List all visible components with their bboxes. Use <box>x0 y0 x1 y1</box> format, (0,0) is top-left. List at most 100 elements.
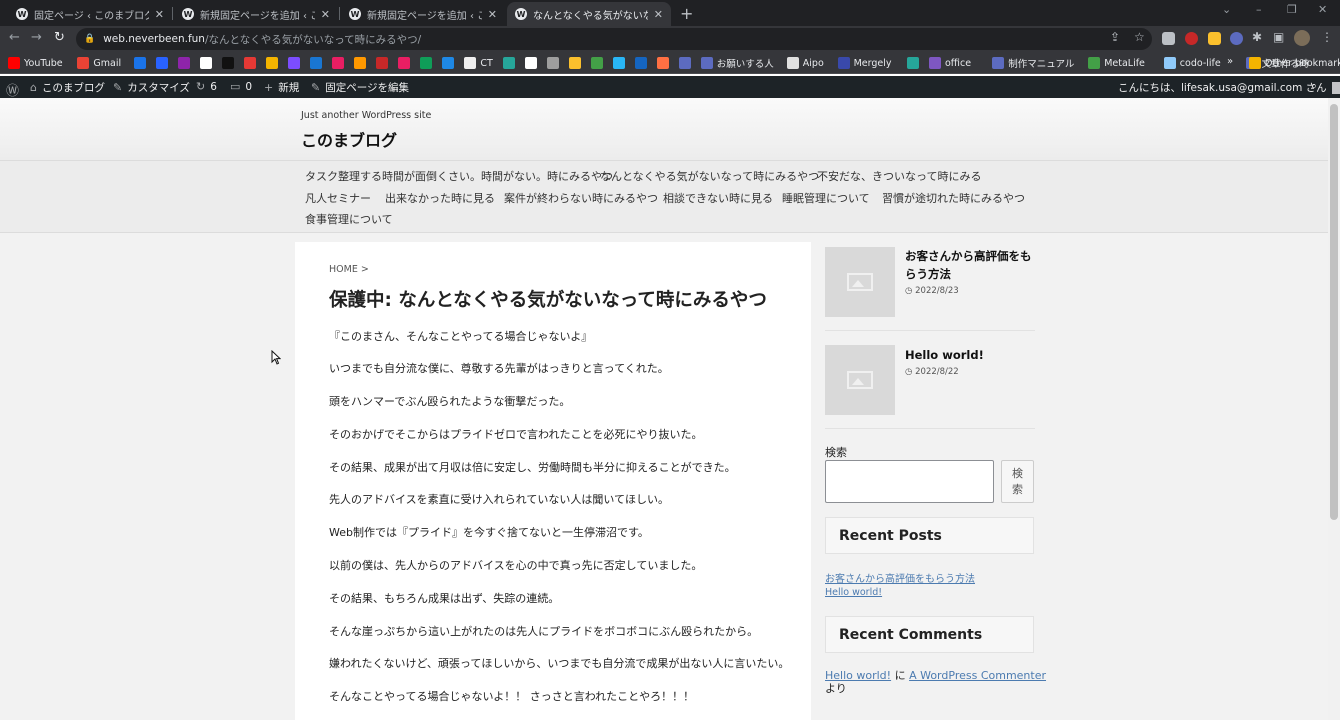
bookmark-item[interactable] <box>200 56 213 70</box>
browser-tab-2[interactable]: W 新規固定ページを追加 ‹ このまブログ ✕ <box>174 2 338 26</box>
maximize-icon[interactable]: ❐ <box>1287 3 1297 16</box>
close-tab-icon[interactable]: ✕ <box>321 8 330 21</box>
bookmark-item[interactable]: Gmail <box>77 56 121 70</box>
bookmark-item[interactable] <box>502 56 515 70</box>
menu-item-project[interactable]: 案件が終わらない時にみるやつ <box>504 190 658 206</box>
bookmark-item[interactable] <box>442 56 455 70</box>
extension-icon[interactable] <box>1230 32 1243 45</box>
breadcrumb[interactable]: HOME > <box>329 264 369 275</box>
page-scrollbar[interactable] <box>1328 98 1340 720</box>
bookmark-item[interactable] <box>244 56 257 70</box>
bookmark-item[interactable] <box>310 56 323 70</box>
bookmark-item[interactable]: Aipo <box>786 56 824 70</box>
minimize-icon[interactable]: – <box>1256 3 1262 16</box>
bookmark-item[interactable] <box>678 56 691 70</box>
customize-link[interactable]: ✎ カスタマイズ <box>113 80 190 95</box>
bookmark-item[interactable] <box>524 56 537 70</box>
post-thumbnail[interactable] <box>825 247 895 317</box>
bookmark-item[interactable] <box>907 56 919 70</box>
extension-icon[interactable] <box>1185 32 1198 45</box>
bookmark-item[interactable]: Mergely <box>837 56 892 70</box>
browser-tab-1[interactable]: W 固定ページ ‹ このまブログ — WordPr ✕ <box>8 2 172 26</box>
browser-tab-active[interactable]: W なんとなくやる気がないなって時にみるや ✕ <box>507 2 671 26</box>
close-window-icon[interactable]: ✕ <box>1318 3 1327 16</box>
bookmarks-overflow-icon[interactable]: » <box>1227 56 1233 67</box>
comment-suffix: より <box>825 682 847 695</box>
bookmark-item[interactable] <box>178 56 191 70</box>
bookmark-item[interactable] <box>156 56 169 70</box>
browser-tab-3[interactable]: W 新規固定ページを追加 ‹ このまブログ ✕ <box>341 2 505 26</box>
bookmark-item[interactable] <box>354 56 367 70</box>
admin-site-link[interactable]: ⌂ このまブログ <box>30 80 105 95</box>
menu-item-diet[interactable]: 食事管理について <box>305 211 393 227</box>
new-content-link[interactable]: + 新規 <box>264 80 299 95</box>
back-icon[interactable]: ← <box>9 30 20 45</box>
scrollbar-thumb[interactable] <box>1330 104 1338 520</box>
bookmark-item[interactable] <box>288 56 301 70</box>
bookmark-item[interactable]: codo-life <box>1163 56 1221 70</box>
recent-comments-heading: Recent Comments <box>825 616 1034 653</box>
other-bookmarks-folder[interactable]: Other bookmarks <box>1249 56 1340 70</box>
bookmark-item[interactable] <box>590 56 603 70</box>
tab-search-icon[interactable]: ⌄ <box>1222 3 1231 16</box>
forward-icon[interactable]: → <box>31 30 42 45</box>
bookmark-item[interactable] <box>376 56 389 70</box>
share-icon[interactable]: ⇪ <box>1110 30 1120 44</box>
menu-item-motivation[interactable]: なんとなくやる気がないなって時にみるやつ <box>600 168 819 184</box>
bookmark-item[interactable] <box>398 56 411 70</box>
bookmark-item[interactable] <box>546 56 559 70</box>
menu-item-anxiety[interactable]: 不安だな、きついなって時にみる <box>817 168 981 184</box>
post-thumbnail[interactable] <box>825 345 895 415</box>
bookmark-item[interactable] <box>634 56 647 70</box>
menu-item-failure[interactable]: 出来なかった時に見る <box>385 190 495 206</box>
bookmark-item[interactable] <box>266 56 279 70</box>
profile-avatar[interactable] <box>1294 30 1310 46</box>
menu-item-sleep[interactable]: 睡眠管理について <box>782 190 870 206</box>
bolt-extension-icon[interactable] <box>1208 32 1221 45</box>
search-button[interactable]: 検索 <box>1001 460 1034 503</box>
bookmark-item[interactable]: お願いする人 <box>700 56 774 70</box>
close-tab-icon[interactable]: ✕ <box>155 8 164 21</box>
bookmark-item[interactable] <box>134 56 147 70</box>
close-tab-icon[interactable]: ✕ <box>654 8 663 21</box>
recent-post-link[interactable]: お客さんから高評価をもらう方法 <box>825 570 975 585</box>
popular-post-title[interactable]: お客さんから高評価をもらう方法 <box>905 247 1035 283</box>
recent-post-link[interactable]: Hello world! <box>825 587 882 598</box>
bookmark-item[interactable]: office <box>929 56 971 70</box>
address-bar[interactable]: 🔒 web.neverbeen.fun /なんとなくやる気がないなって時にみるや… <box>76 28 1152 50</box>
comments-link[interactable]: ▭ 0 <box>230 80 252 93</box>
bookmark-item[interactable] <box>222 56 235 70</box>
side-panel-icon[interactable]: ▣ <box>1273 30 1284 44</box>
menu-item-habit[interactable]: 習慣が途切れた時にみるやつ <box>882 190 1025 206</box>
browser-menu-icon[interactable]: ⋮ <box>1321 30 1333 44</box>
menu-item-task[interactable]: タスク整理する時間が面倒くさい。時間がない。時にみるやつ <box>305 168 613 184</box>
site-navigation: タスク整理する時間が面倒くさい。時間がない。時にみるやつ なんとなくやる気がない… <box>0 160 1328 233</box>
edit-page-link[interactable]: ✎ 固定ページを編集 <box>311 80 409 95</box>
camera-extension-icon[interactable] <box>1162 32 1175 45</box>
menu-item-seminar[interactable]: 凡人セミナー <box>305 190 371 206</box>
menu-item-consult[interactable]: 相談できない時に見る <box>663 190 773 206</box>
bookmark-item[interactable] <box>420 56 433 70</box>
site-title[interactable]: このまブログ <box>301 127 397 151</box>
reload-icon[interactable]: ↻ <box>54 30 65 45</box>
wordpress-logo-icon[interactable]: Ⓦ <box>6 80 19 99</box>
bookmark-item[interactable] <box>568 56 581 70</box>
close-tab-icon[interactable]: ✕ <box>488 8 497 21</box>
bookmark-item[interactable] <box>656 56 669 70</box>
updates-link[interactable]: ↻ 6 <box>196 80 217 93</box>
bookmark-item[interactable]: CT <box>464 56 493 70</box>
bookmark-item[interactable]: YouTube <box>8 56 63 70</box>
new-tab-button[interactable]: + <box>680 4 693 23</box>
bookmark-item[interactable] <box>332 56 345 70</box>
popular-post-title[interactable]: Hello world! <box>905 346 1035 364</box>
bookmark-star-icon[interactable]: ☆ <box>1134 30 1145 44</box>
bookmark-item[interactable]: MetaLife <box>1088 56 1145 70</box>
admin-search-icon[interactable]: ⌕ <box>1311 80 1317 93</box>
bookmark-item[interactable]: 制作マニュアル <box>992 56 1074 70</box>
account-menu[interactable]: こんにちは、lifesak.usa@gmail.com さん <box>1118 80 1340 95</box>
search-input[interactable] <box>825 460 994 503</box>
extensions-puzzle-icon[interactable]: ✱ <box>1252 30 1262 44</box>
bookmark-favicon-icon <box>398 57 411 69</box>
comment-author-link[interactable]: A WordPress Commenter <box>909 669 1046 682</box>
bookmark-item[interactable] <box>612 56 625 70</box>
